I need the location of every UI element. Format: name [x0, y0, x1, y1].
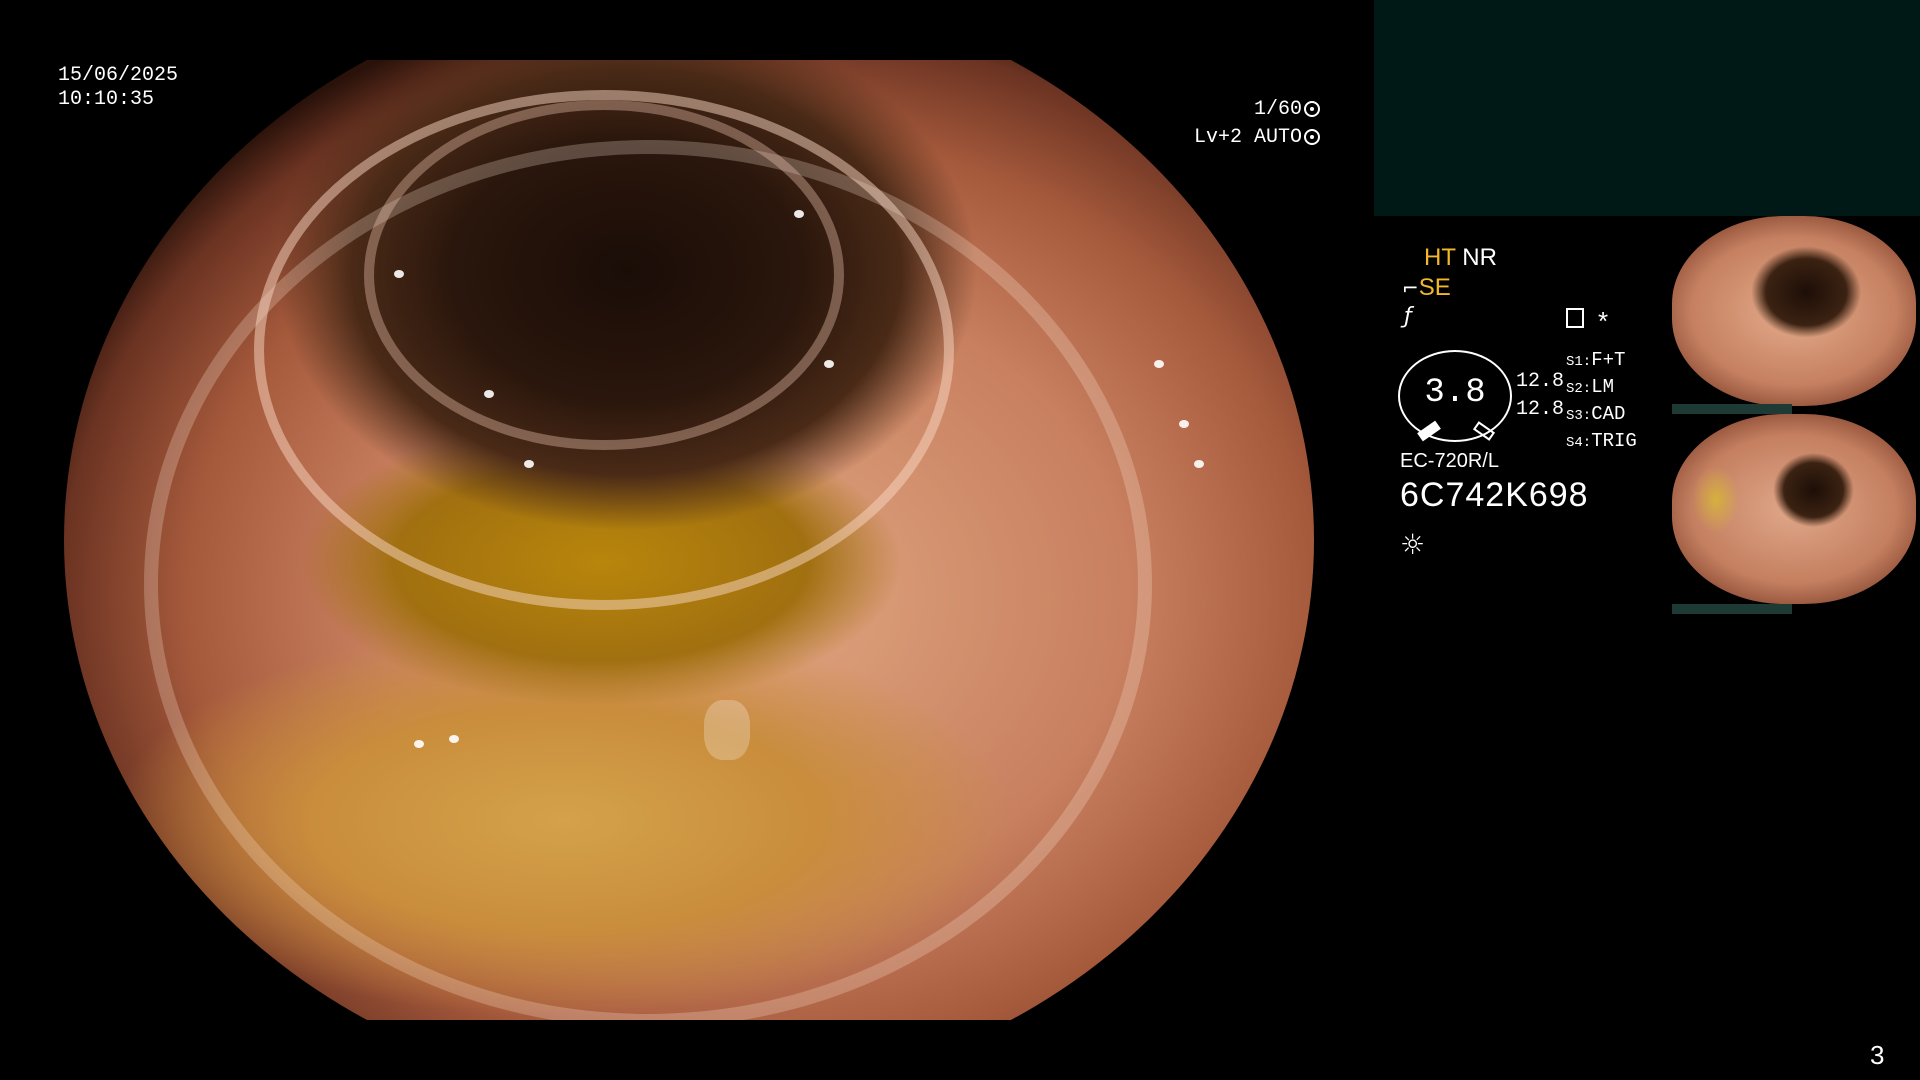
asterisk-label: * — [1598, 306, 1609, 336]
thumbnail-1-bar — [1672, 404, 1792, 414]
structure-enhance-icon: ⌐ — [1402, 276, 1419, 300]
timestamp: 15/06/2025 10:10:35 — [58, 64, 178, 112]
gauge-value: 3.8 — [1424, 374, 1486, 412]
secondary-display-area — [1374, 0, 1920, 216]
inner-fold — [364, 100, 844, 450]
time-text: 10:10:35 — [58, 88, 155, 111]
gauge-marker-filled — [1417, 420, 1441, 442]
auto-light-icon — [1304, 128, 1320, 145]
scope-serial: 6C742K698 — [1400, 476, 1589, 514]
switch-item: S2:LM — [1566, 376, 1615, 398]
thumbnail-2[interactable] — [1672, 414, 1916, 604]
page-number: 3 — [1870, 1040, 1885, 1070]
aperture-icon — [1304, 100, 1320, 117]
exposure-info: 1/60 Lv+2 AUTO — [1150, 96, 1320, 152]
mode-row-1: HT NR — [1424, 244, 1497, 272]
gauge-lower: 12.8 — [1516, 398, 1565, 421]
gauge: 3.8 — [1398, 350, 1512, 442]
shutter-text: 1/60 — [1253, 98, 1302, 121]
scope-model: EC-720R/L — [1400, 450, 1499, 472]
memory-card-icon — [1566, 308, 1584, 328]
level-text: Lv+2 AUTO — [1193, 126, 1302, 149]
switch-item: S1:F+T — [1566, 349, 1626, 371]
ht-label: HT — [1424, 244, 1456, 271]
switch-item: S4:TRIG — [1566, 430, 1637, 452]
thumbnail-1[interactable] — [1672, 216, 1916, 406]
gauge-upper: 12.8 — [1516, 370, 1565, 393]
gauge-marker-outline — [1472, 421, 1496, 441]
filter-icon: ƒ — [1404, 304, 1412, 329]
endoscope-main-view — [64, 60, 1314, 1020]
thumbnail-2-bar — [1672, 604, 1792, 614]
date-text: 15/06/2025 — [58, 64, 179, 87]
light-bulb-icon: ☼ — [1400, 528, 1426, 561]
switch-list: S1:F+T S2:LM S3:CAD S4:TRIG — [1566, 348, 1637, 456]
se-label: SE — [1418, 274, 1451, 301]
switch-item: S3:CAD — [1566, 403, 1626, 425]
nr-label: NR — [1462, 244, 1497, 271]
mode-row-2: ⌐SE — [1402, 274, 1451, 302]
